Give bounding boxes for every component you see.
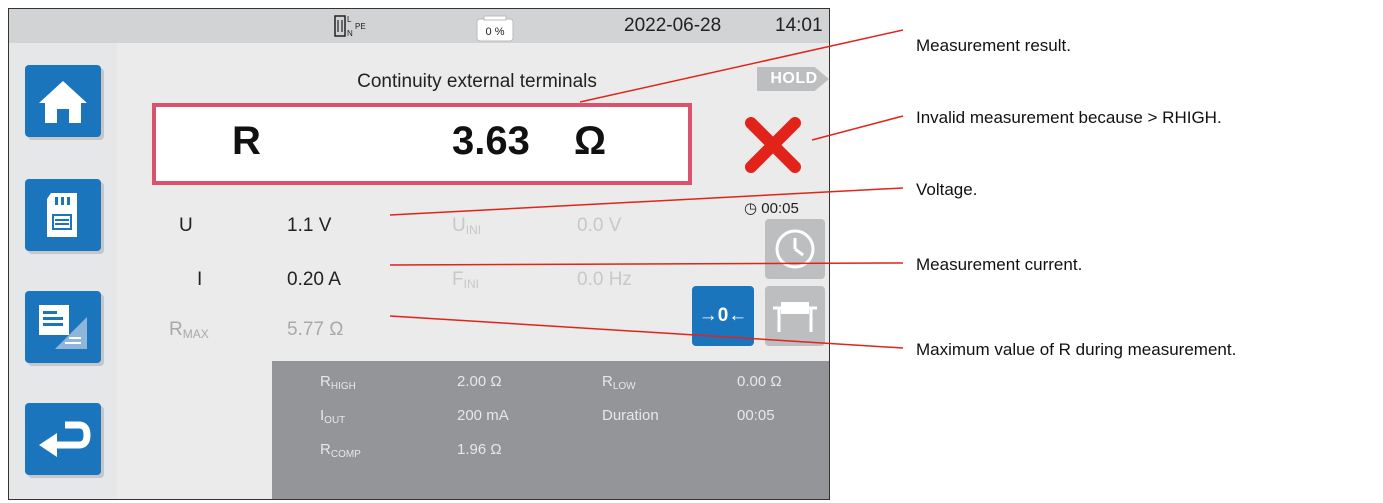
configuration-button[interactable] (25, 291, 101, 363)
plug-label-n: N (347, 29, 353, 38)
stopwatch-icon: ◷ (744, 200, 758, 217)
return-arrow-icon (39, 421, 91, 457)
iout-value: 200 mA (457, 407, 509, 424)
back-button[interactable] (25, 403, 101, 475)
device-screen: L N PE 0 % 2022-06-28 14:01 Continuity e… (8, 8, 830, 500)
timer-value: 00:05 (761, 200, 799, 217)
timer-button[interactable] (765, 219, 825, 279)
rhigh-label: RHIGH (320, 373, 356, 392)
fini-value: 0.0 Hz (577, 269, 632, 290)
result-box: R 3.63 Ω (152, 103, 692, 185)
clock-icon (775, 229, 815, 269)
rcomp-label: RCOMP (320, 441, 361, 460)
plug-label-pe: PE (355, 22, 366, 31)
i-label: I (197, 269, 203, 290)
duration-value: 00:05 (737, 407, 775, 424)
result-unit: Ω (574, 119, 607, 163)
result-name: R (232, 119, 261, 163)
status-bar: L N PE 0 % 2022-06-28 14:01 (9, 9, 829, 43)
memory-button[interactable] (25, 179, 101, 251)
annotation-rmax: Maximum value of R during measurement. (916, 340, 1237, 359)
fini-label: FINI (452, 269, 479, 291)
annotation-result: Measurement result. (916, 36, 1071, 55)
home-button[interactable] (25, 65, 101, 137)
annotation-invalid: Invalid measurement because > RHIGH. (916, 108, 1222, 127)
sidebar (9, 43, 117, 499)
red-cross-icon (745, 117, 801, 173)
iout-label: IOUT (320, 407, 346, 426)
measurement-title: Continuity external terminals (357, 71, 597, 92)
config-panel: RHIGH 2.00 Ω RLOW 0.00 Ω IOUT 200 mA Dur… (272, 361, 829, 499)
battery-icon: 0 % (475, 15, 515, 43)
annotation-voltage: Voltage. (916, 180, 978, 199)
annotation-current: Measurement current. (916, 255, 1083, 274)
rcomp-value: 1.96 Ω (457, 441, 502, 458)
plug-status-icon: L N PE (334, 15, 366, 38)
duration-label: Duration (602, 407, 659, 424)
probe-icon (773, 302, 817, 332)
battery-percent: 0 % (485, 26, 505, 38)
measurement-panel: Continuity external terminals HOLD R 3.6… (117, 43, 829, 499)
rmax-value: 5.77 Ω (287, 319, 344, 340)
settings-sheet-icon (39, 305, 87, 349)
timer: ◷ 00:05 (744, 199, 799, 217)
rlow-label: RLOW (602, 373, 636, 392)
uini-label: UINI (452, 215, 482, 237)
rmax-label: RMAX (169, 319, 209, 341)
i-value: 0.20 A (287, 269, 341, 290)
u-value: 1.1 V (287, 215, 332, 236)
status-date: 2022-06-28 (624, 15, 722, 36)
plug-label-l: L (347, 15, 352, 24)
hold-badge[interactable]: HOLD (757, 67, 829, 91)
u-label: U (179, 215, 193, 236)
result-value: 3.63 (452, 119, 530, 163)
probe-button[interactable] (765, 286, 825, 346)
rlow-value: 0.00 Ω (737, 373, 782, 390)
status-time: 14:01 (775, 15, 823, 36)
zero-compensation-button[interactable]: →0← (692, 286, 754, 346)
rhigh-value: 2.00 Ω (457, 373, 502, 390)
uini-value: 0.0 V (577, 215, 622, 236)
home-icon (39, 81, 87, 123)
sd-card-icon (47, 193, 77, 237)
